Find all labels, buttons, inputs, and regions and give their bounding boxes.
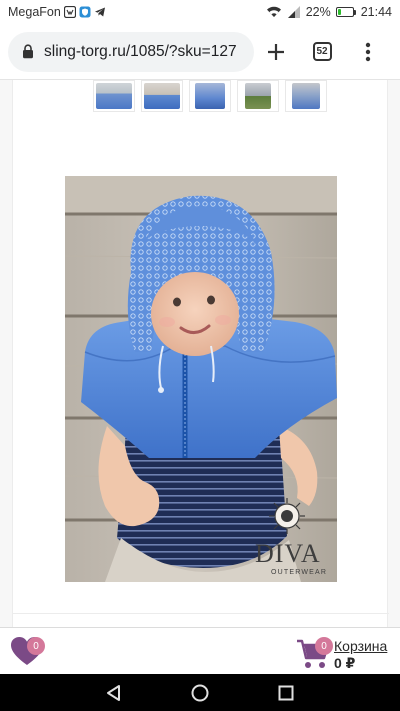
page-content: DIVA OUTERWEAR	[0, 80, 400, 627]
thumbnail-image	[245, 83, 271, 109]
thumbnail-4[interactable]	[237, 80, 279, 112]
cart-total: 0 ₽	[334, 655, 356, 671]
diva-logo-subtext: OUTERWEAR	[271, 569, 327, 576]
thumbnail-image	[195, 83, 225, 109]
thumbnail-image	[144, 83, 180, 109]
browser-actions: 52	[264, 40, 392, 64]
address-bar[interactable]: sling-torg.ru/1085/?sku=127	[8, 31, 254, 72]
thumbnail-2[interactable]	[141, 80, 183, 112]
tab-count: 52	[312, 42, 332, 61]
product-main-image[interactable]: DIVA OUTERWEAR	[65, 176, 337, 582]
shield-icon	[79, 6, 91, 18]
bottom-shop-bar: 0 0 Корзина 0 ₽	[0, 627, 400, 674]
plus-icon[interactable]	[264, 40, 288, 64]
wifi-icon	[266, 6, 282, 18]
signal-icon	[287, 6, 301, 18]
battery-tip	[353, 9, 356, 15]
recents-square-icon[interactable]	[274, 681, 298, 705]
cart-link[interactable]: Корзина	[334, 638, 387, 654]
battery-icon	[335, 7, 356, 17]
menu-dots-icon[interactable]	[356, 40, 380, 64]
cart-count-badge: 0	[315, 637, 333, 655]
lock-icon	[22, 44, 34, 59]
tabs-icon[interactable]: 52	[310, 40, 334, 64]
battery-fill	[337, 9, 341, 15]
thumbnail-image	[96, 83, 132, 109]
back-triangle-icon[interactable]	[102, 681, 126, 705]
url-text[interactable]: sling-torg.ru/1085/?sku=127	[44, 43, 237, 61]
status-bar: MegaFon 22% 21:44	[0, 0, 400, 24]
status-right: 22% 21:44	[266, 5, 392, 19]
thumbnail-image	[292, 83, 320, 109]
browser-toolbar: sling-torg.ru/1085/?sku=127 52	[0, 24, 400, 80]
system-navigation-bar	[0, 674, 400, 711]
home-circle-icon[interactable]	[188, 681, 212, 705]
product-card: DIVA OUTERWEAR	[12, 80, 389, 627]
thumbnail-1[interactable]	[93, 80, 135, 112]
diva-logo-text: DIVA	[255, 539, 321, 568]
vk-icon	[63, 6, 76, 18]
clock: 21:44	[360, 5, 392, 19]
wishlist-count-badge: 0	[27, 637, 45, 655]
telegram-icon	[94, 6, 106, 18]
thumbnail-5[interactable]	[285, 80, 327, 112]
battery-percent: 22%	[305, 5, 331, 19]
carrier-name: MegaFon	[8, 5, 61, 19]
thumbnail-strip	[93, 80, 327, 112]
section-divider	[13, 613, 389, 614]
thumbnail-3[interactable]	[189, 80, 231, 112]
status-left: MegaFon	[8, 5, 106, 19]
battery-body	[335, 7, 354, 17]
